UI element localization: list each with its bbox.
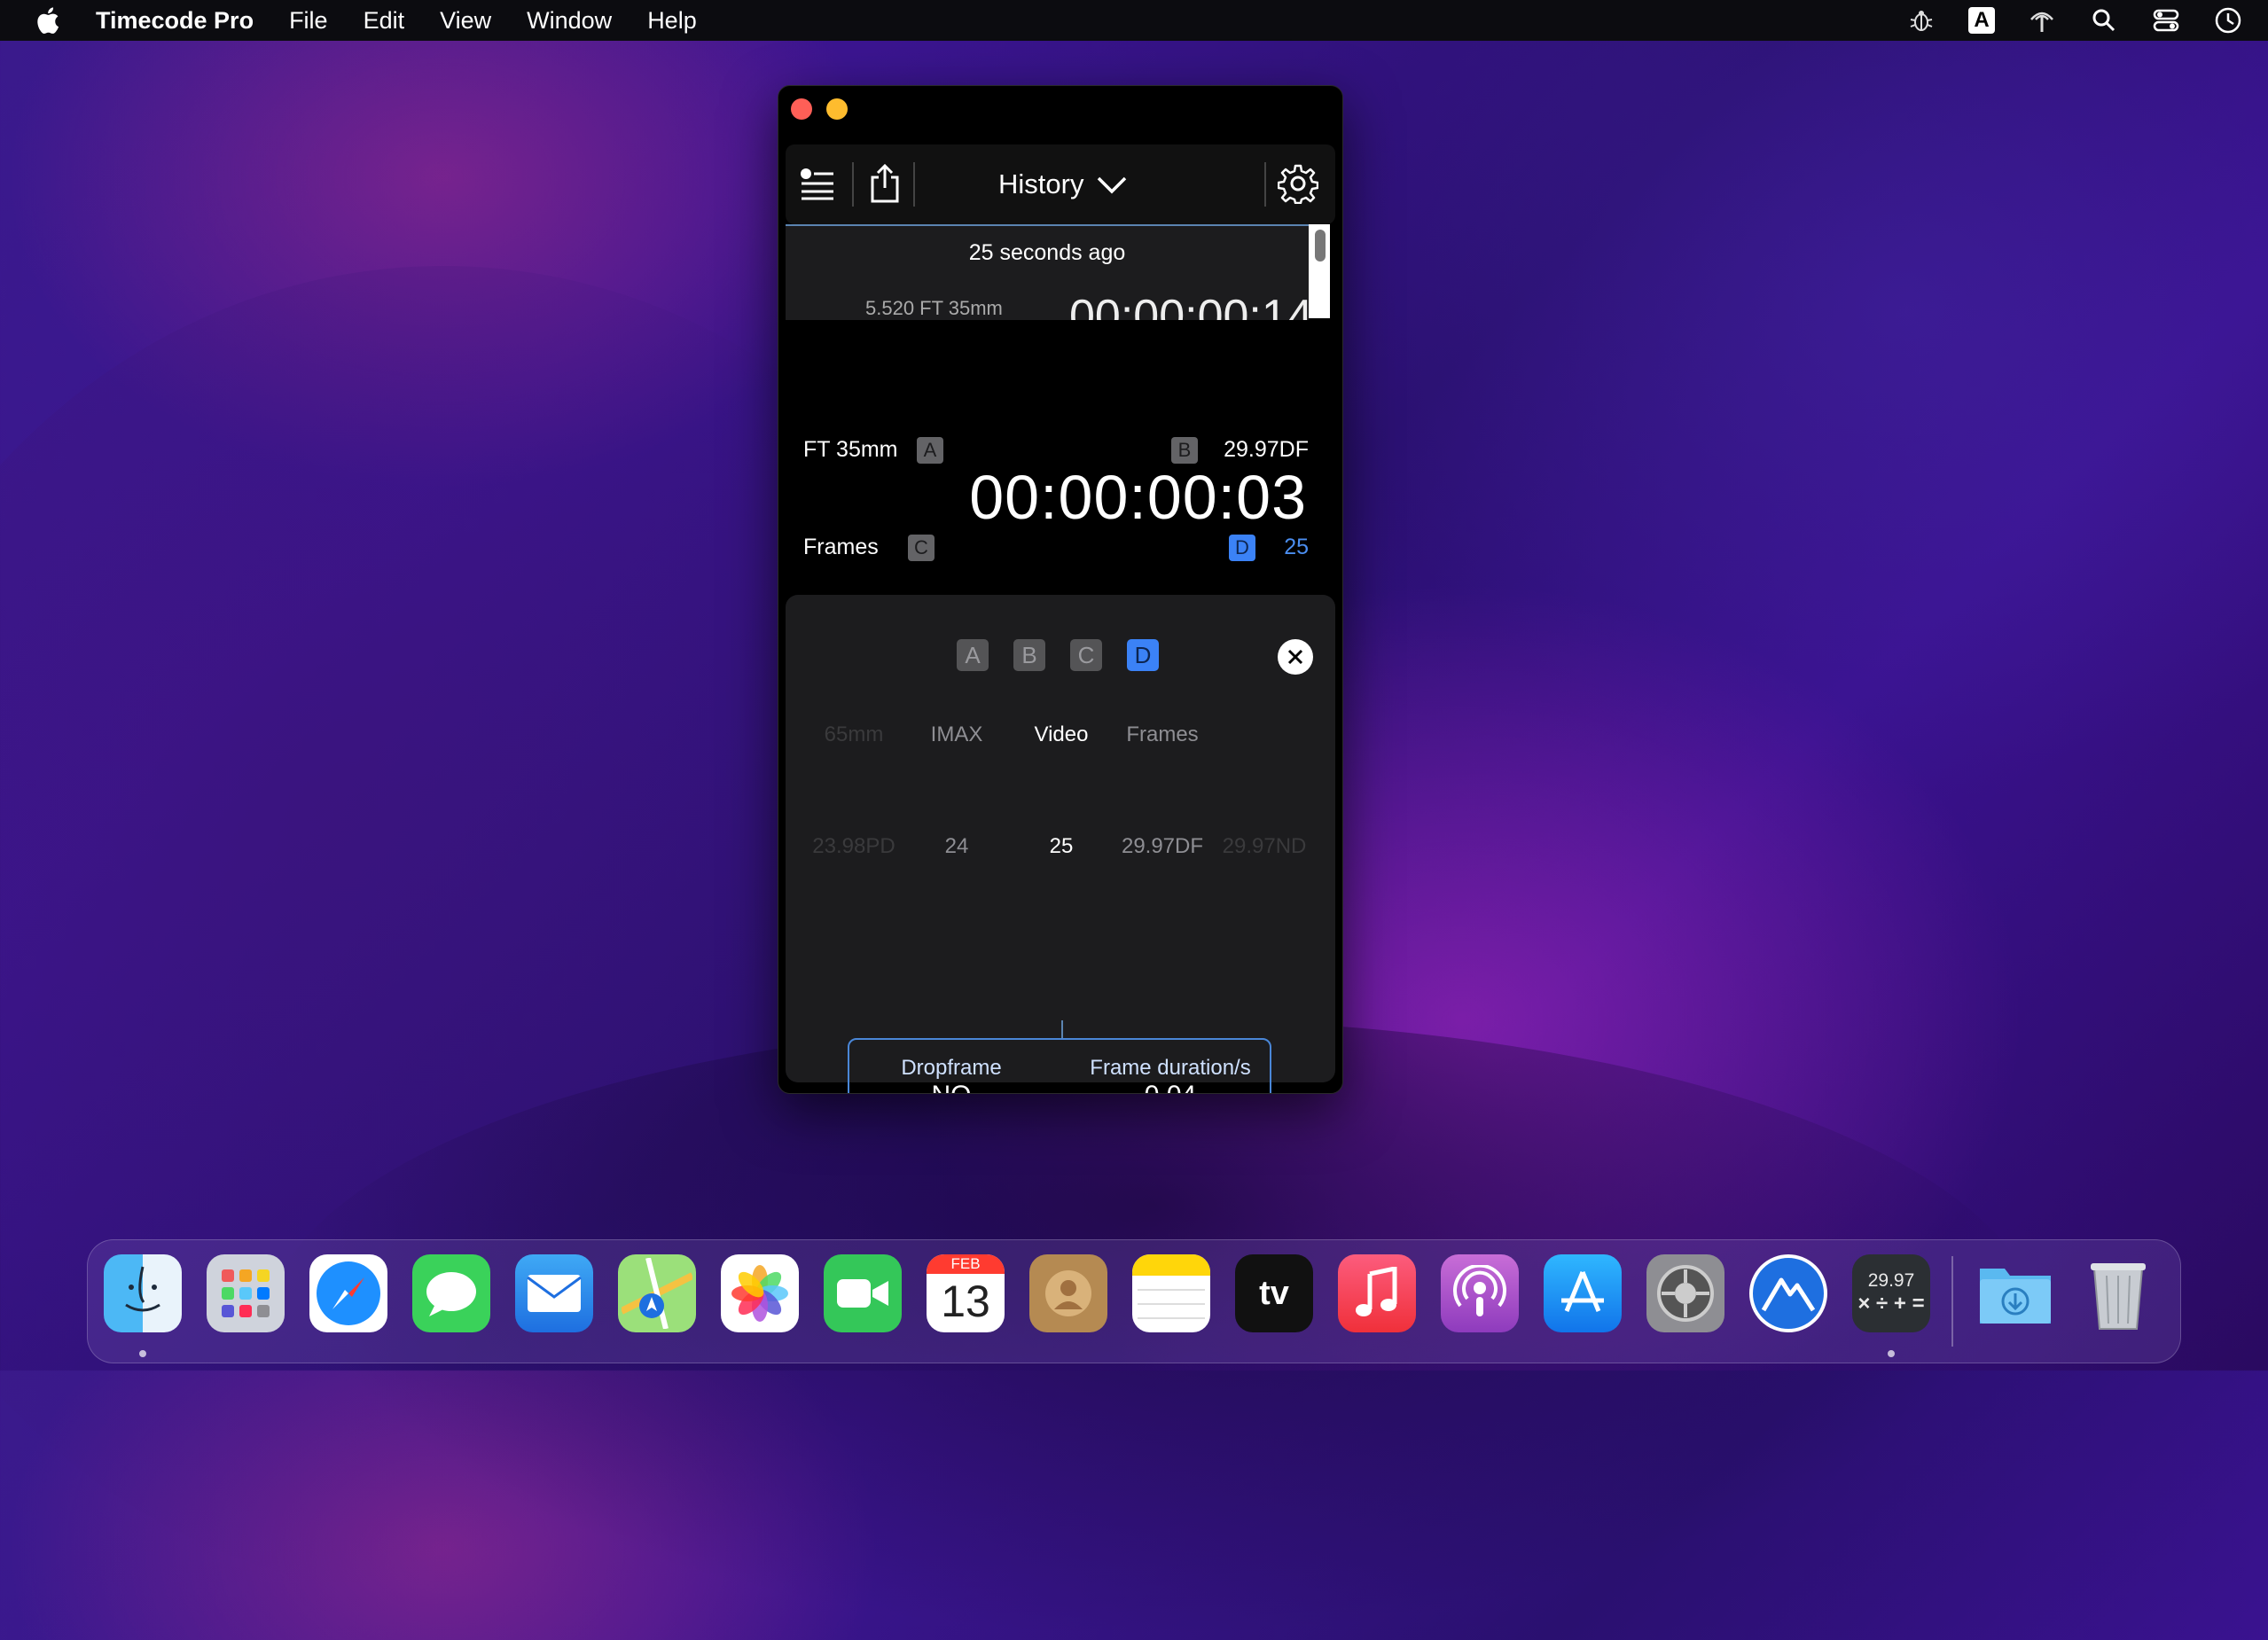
dropframe-label: Dropframe <box>901 1056 1002 1080</box>
menu-window[interactable]: Window <box>527 7 612 35</box>
close-window-button[interactable] <box>791 98 812 120</box>
siri-icon[interactable] <box>2213 5 2243 35</box>
app-store-icon[interactable] <box>1544 1254 1622 1332</box>
rate-option-selected[interactable]: 25 <box>1050 834 1074 859</box>
system-preferences-icon[interactable] <box>1646 1254 1724 1332</box>
history-time-ago: 25 seconds ago <box>968 240 1126 265</box>
rate-b[interactable]: 29.97DF <box>1224 437 1309 463</box>
gear-icon[interactable] <box>1273 159 1323 208</box>
close-editor-button[interactable] <box>1278 639 1313 675</box>
badge-c[interactable]: C <box>908 535 935 561</box>
frame-duration-value: 0.04 <box>1145 1081 1196 1093</box>
running-indicator <box>139 1350 146 1357</box>
running-indicator <box>1888 1350 1895 1357</box>
list-icon[interactable] <box>793 159 842 208</box>
frame-duration-label: Frame duration/s <box>1090 1056 1251 1080</box>
finder-icon[interactable] <box>104 1254 182 1332</box>
control-center-icon[interactable] <box>2151 5 2181 35</box>
selector-b[interactable]: B <box>1013 639 1045 671</box>
photos-icon[interactable] <box>721 1254 799 1332</box>
menu-file[interactable]: File <box>289 7 328 35</box>
timecode-icon-rate: 29.97 <box>1867 1270 1915 1291</box>
badge-d[interactable]: D <box>1229 535 1255 561</box>
selector-d[interactable]: D <box>1127 639 1159 671</box>
minimize-window-button[interactable] <box>826 98 848 120</box>
apple-icon[interactable] <box>34 5 60 35</box>
history-dropdown[interactable]: History <box>998 160 1128 208</box>
altitude-app-icon[interactable] <box>1749 1254 1827 1332</box>
rate-option[interactable]: 23.98PD <box>812 834 895 859</box>
frame-info-box: Dropframe NO Frame duration/s 0.04 <box>848 1038 1271 1093</box>
contacts-icon[interactable] <box>1029 1254 1107 1332</box>
timecode-pro-dock-icon[interactable]: 29.97 × ÷ + = <box>1852 1254 1930 1332</box>
apple-tv-icon[interactable]: tv <box>1235 1254 1313 1332</box>
chevron-down-icon <box>1098 176 1127 194</box>
category-option[interactable]: IMAX <box>931 722 983 747</box>
maps-icon[interactable] <box>618 1254 696 1332</box>
menu-bar: Timecode Pro File Edit View Window Help … <box>0 0 2268 41</box>
mail-icon[interactable] <box>515 1254 593 1332</box>
category-option-selected[interactable]: Video <box>1035 722 1089 747</box>
badge-b[interactable]: B <box>1171 437 1198 464</box>
menu-view[interactable]: View <box>440 7 491 35</box>
history-entry-timecode: 00:00:00:14 <box>1069 291 1309 320</box>
category-option[interactable]: 65mm <box>825 722 884 747</box>
main-timecode: 00:00:00:03 <box>969 463 1307 532</box>
launchpad-icon[interactable] <box>207 1254 285 1332</box>
share-icon[interactable] <box>860 159 910 208</box>
badge-a[interactable]: A <box>917 437 943 464</box>
selector-c[interactable]: C <box>1070 639 1102 671</box>
notes-icon[interactable] <box>1132 1254 1210 1332</box>
downloads-folder-icon[interactable] <box>1976 1254 2054 1332</box>
timecode-window: History 25 seconds ago 5.520 FT 35mm 00:… <box>778 85 1343 1094</box>
rate-option[interactable]: 29.97ND <box>1223 834 1307 859</box>
menu-app-name[interactable]: Timecode Pro <box>96 7 254 35</box>
calendar-month: FEB <box>927 1254 1005 1274</box>
messages-icon[interactable] <box>412 1254 490 1332</box>
timecode-display: FT 35mm A B 29.97DF 00:00:00:03 Frames C… <box>786 320 1335 586</box>
toolbar-divider <box>1264 162 1266 207</box>
history-label: History <box>998 168 1084 199</box>
menu-edit[interactable]: Edit <box>364 7 405 35</box>
menu-help[interactable]: Help <box>647 7 697 35</box>
label-a[interactable]: FT 35mm <box>803 437 898 463</box>
safari-icon[interactable] <box>309 1254 387 1332</box>
close-icon <box>1287 649 1303 665</box>
history-scroll-thumb[interactable] <box>1315 230 1326 262</box>
bug-icon[interactable] <box>1906 5 1936 35</box>
calendar-icon[interactable]: FEB 13 <box>927 1254 1005 1332</box>
label-c[interactable]: Frames <box>803 535 879 560</box>
podcasts-icon[interactable] <box>1441 1254 1519 1332</box>
input-source-icon[interactable]: A <box>1968 7 1995 34</box>
facetime-icon[interactable] <box>824 1254 902 1332</box>
tv-label: tv <box>1259 1274 1289 1312</box>
rate-option[interactable]: 29.97DF <box>1122 834 1203 859</box>
picker-indicator <box>1061 1020 1063 1038</box>
history-entry-label: 5.520 FT 35mm <box>865 297 1003 319</box>
toolbar-divider <box>852 162 854 207</box>
antenna-icon[interactable] <box>2027 5 2057 35</box>
selector-a[interactable]: A <box>957 639 989 671</box>
timecode-icon-ops: × ÷ + = <box>1857 1292 1925 1316</box>
toolbar-divider <box>913 162 915 207</box>
music-icon[interactable] <box>1338 1254 1416 1332</box>
history-list[interactable]: 25 seconds ago 5.520 FT 35mm 00:00:00:14 <box>786 224 1309 320</box>
calendar-day: 13 <box>941 1277 990 1326</box>
dock: FEB 13 tv 29.97 × ÷ + = <box>87 1239 2181 1363</box>
rate-option[interactable]: 24 <box>945 834 969 859</box>
search-icon[interactable] <box>2089 5 2119 35</box>
trash-icon[interactable] <box>2079 1254 2157 1332</box>
format-editor: A B C D 65mm IMAX Video Frames 23.98PD 2… <box>786 595 1335 1093</box>
dock-divider <box>1951 1256 1953 1347</box>
rate-d[interactable]: 25 <box>1284 535 1309 560</box>
dropframe-value: NO <box>932 1081 972 1093</box>
toolbar: History <box>786 144 1335 224</box>
category-option[interactable]: Frames <box>1126 722 1198 747</box>
